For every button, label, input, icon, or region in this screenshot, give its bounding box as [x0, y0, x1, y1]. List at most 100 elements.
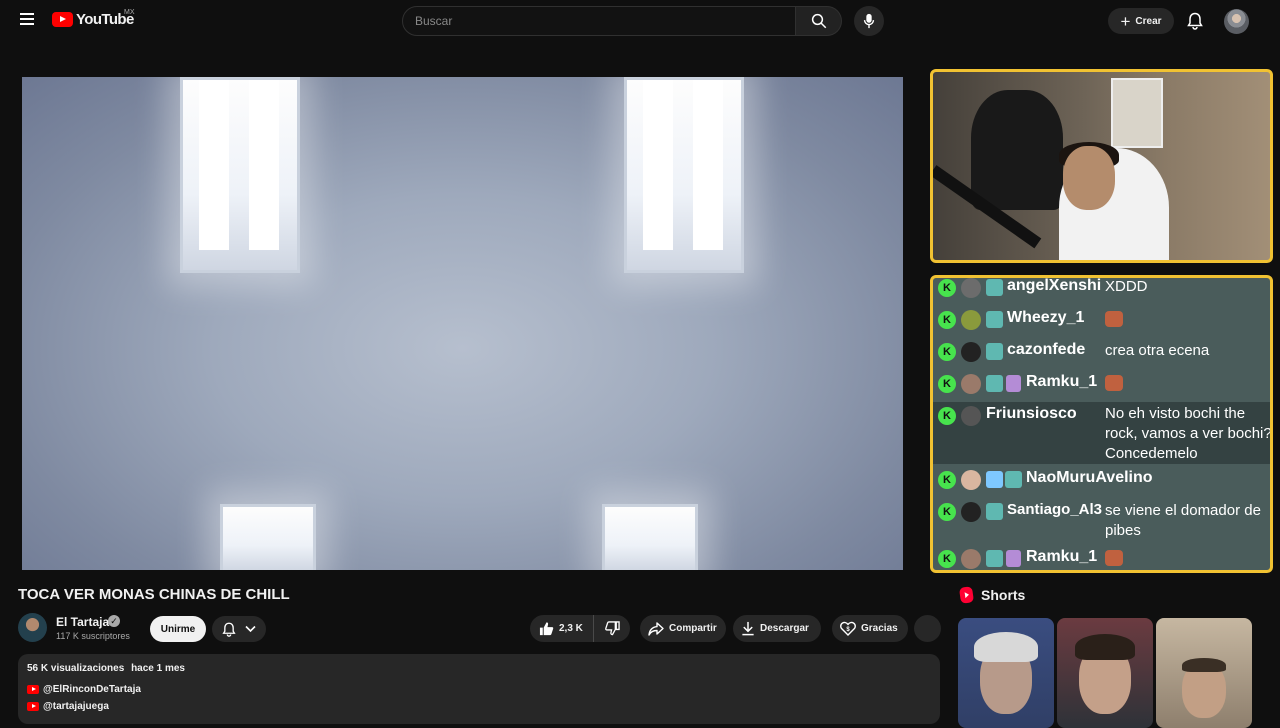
kick-badge: K: [938, 311, 956, 329]
chat-username: NaoMuruAvelino: [1026, 469, 1153, 486]
subscriber-badge: [986, 343, 1003, 360]
dislike-icon: [604, 621, 620, 636]
description-meta: 56 K visualizaciones hace 1 mes: [27, 663, 185, 674]
subscriber-badge: [986, 375, 1003, 392]
chat-avatar: [961, 470, 981, 490]
subscriber-badge: [986, 311, 1003, 328]
youtube-logo[interactable]: YouTube: [52, 11, 134, 28]
webcam-jacket: [971, 90, 1063, 210]
upload-date: hace 1 mes: [131, 663, 185, 674]
download-label: Descargar: [760, 623, 809, 634]
kick-badge: K: [938, 471, 956, 489]
shorts-icon: [958, 586, 975, 604]
chevron-down-icon: [245, 625, 256, 633]
chat-username: Santiago_Al3: [1007, 501, 1103, 518]
like-button[interactable]: 2,3 K: [530, 615, 594, 642]
share-label: Compartir: [669, 623, 717, 634]
plus-icon: +: [1120, 11, 1131, 31]
ceiling-light: [602, 504, 698, 570]
webcam-shelf: [1111, 78, 1163, 148]
subscriber-badge: [1005, 471, 1022, 488]
chat-text: No eh visto bochi the rock, vamos a ver …: [1105, 405, 1272, 462]
create-button[interactable]: + Crear: [1108, 8, 1174, 34]
emote-icon: [1105, 375, 1123, 391]
youtube-icon: [27, 702, 39, 711]
chat-message: K Wheezy_1: [933, 308, 1270, 332]
chat-message: K Friunsiosco No eh visto bochi the rock…: [933, 402, 1270, 464]
create-label: Crear: [1135, 15, 1162, 27]
chat-username: angelXenshi: [1007, 277, 1102, 294]
bell-icon: [222, 622, 236, 637]
download-icon: [742, 621, 754, 636]
kick-badge: K: [938, 550, 956, 568]
channel-name[interactable]: El Tartaja: [56, 615, 109, 629]
kick-badge: K: [938, 279, 956, 297]
like-icon: [539, 622, 554, 636]
search-icon: [811, 13, 826, 29]
share-icon: [648, 621, 664, 636]
verified-icon: ✓: [108, 615, 120, 627]
search-button[interactable]: [796, 6, 842, 36]
chat-text: XDDD: [1105, 278, 1148, 295]
subscriber-count: 117 K suscriptores: [56, 631, 130, 641]
gift-badge: [1006, 375, 1021, 392]
view-count: 56 K visualizaciones: [27, 663, 125, 674]
chat-avatar: [961, 406, 981, 426]
youtube-icon: [27, 685, 39, 694]
ceiling-light: [180, 77, 300, 273]
short-thumbnail[interactable]: [958, 618, 1054, 728]
ceiling-light: [220, 504, 316, 570]
top-bar: YouTube MX + Crear: [0, 0, 1280, 42]
chat-text: se viene el domador de pibes: [1105, 502, 1261, 539]
gift-badge: [1006, 550, 1021, 567]
subscription-notifications-button[interactable]: [212, 616, 266, 642]
channel-avatar[interactable]: [18, 613, 47, 642]
account-avatar[interactable]: [1224, 9, 1249, 34]
like-dislike-group: 2,3 K: [530, 615, 630, 642]
chat-message: K NaoMuruAvelino: [933, 468, 1270, 492]
chat-message: K cazonfede crea otra ecena: [933, 340, 1270, 364]
ceiling-light: [624, 77, 744, 273]
webcam-face: [1063, 146, 1115, 210]
channel-link-label: @ElRinconDeTartaja: [43, 684, 141, 695]
subscriber-badge: [986, 279, 1003, 296]
chat-avatar: [961, 549, 981, 569]
channel-link[interactable]: @ElRinconDeTartaja: [27, 684, 141, 695]
chat-avatar: [961, 342, 981, 362]
download-button[interactable]: Descargar: [733, 615, 821, 642]
shorts-title: Shorts: [981, 587, 1026, 603]
stream-chat-overlay: K angelXenshi XDDD K Wheezy_1 K cazonfed…: [930, 275, 1273, 573]
channel-link[interactable]: @tartajajuega: [27, 701, 109, 712]
subscriber-badge: [986, 503, 1003, 520]
notifications-button[interactable]: [1184, 10, 1206, 32]
more-actions-button[interactable]: [914, 615, 941, 642]
search-input[interactable]: [402, 6, 796, 36]
kick-badge: K: [938, 407, 956, 425]
voice-search-button[interactable]: [854, 6, 884, 36]
menu-icon[interactable]: [16, 10, 38, 32]
chat-avatar: [961, 278, 981, 298]
description-box[interactable]: 56 K visualizaciones hace 1 mes @ElRinco…: [18, 654, 940, 724]
short-thumbnail[interactable]: [1156, 618, 1252, 728]
chat-message: K angelXenshi XDDD: [933, 277, 1270, 300]
mic-icon: [863, 13, 875, 29]
share-button[interactable]: Compartir: [640, 615, 726, 642]
dislike-button[interactable]: [594, 621, 630, 636]
join-button[interactable]: Unirme: [150, 616, 206, 642]
youtube-play-icon: [52, 12, 73, 27]
subscriber-badge: [986, 550, 1003, 567]
founder-badge: [986, 471, 1003, 488]
chat-message: K Ramku_1: [933, 547, 1270, 570]
like-count: 2,3 K: [559, 623, 583, 634]
video-player[interactable]: [22, 77, 903, 570]
video-title: TOCA VER MONAS CHINAS DE CHILL: [18, 586, 290, 603]
chat-username: Ramku_1: [1026, 548, 1098, 565]
short-thumbnail[interactable]: [1057, 618, 1153, 728]
thanks-icon: $: [840, 621, 856, 636]
thanks-label: Gracias: [861, 623, 898, 634]
emote-icon: [1105, 550, 1123, 566]
chat-message: K Ramku_1: [933, 372, 1270, 396]
search-box: [402, 6, 842, 36]
thanks-button[interactable]: $ Gracias: [832, 615, 908, 642]
chat-username: Wheezy_1: [1007, 309, 1085, 326]
